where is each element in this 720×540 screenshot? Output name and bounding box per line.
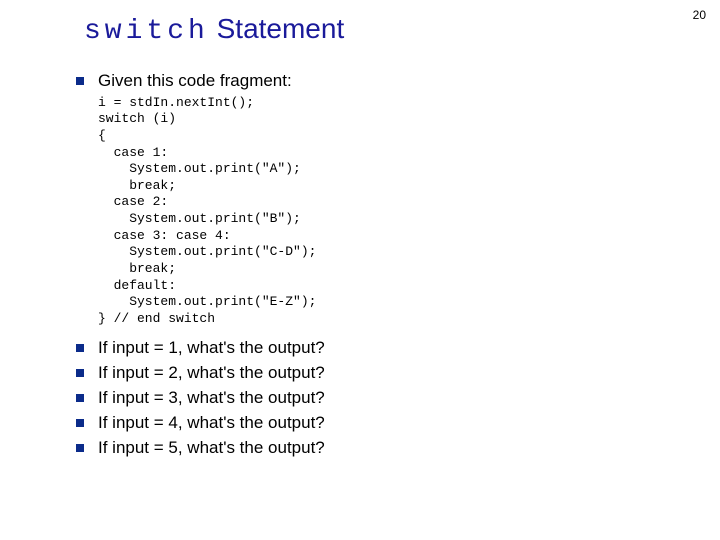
- slide: 20 switch Statement Given this code frag…: [0, 0, 720, 540]
- question-text: If input = 3, what's the output?: [98, 388, 325, 407]
- page-number: 20: [693, 8, 706, 22]
- question-text: If input = 2, what's the output?: [98, 363, 325, 382]
- question-text: If input = 4, what's the output?: [98, 413, 325, 432]
- question-text: If input = 1, what's the output?: [98, 338, 325, 357]
- code-block: i = stdIn.nextInt(); switch (i) { case 1…: [98, 95, 684, 328]
- intro-list: Given this code fragment:: [72, 70, 684, 93]
- slide-title: switch Statement: [84, 14, 684, 48]
- list-item: If input = 1, what's the output?: [72, 337, 684, 360]
- question-text: If input = 5, what's the output?: [98, 438, 325, 457]
- list-item: If input = 3, what's the output?: [72, 387, 684, 410]
- list-item: If input = 5, what's the output?: [72, 437, 684, 460]
- list-item: If input = 4, what's the output?: [72, 412, 684, 435]
- list-item: If input = 2, what's the output?: [72, 362, 684, 385]
- question-list: If input = 1, what's the output? If inpu…: [72, 337, 684, 460]
- title-keyword: switch: [84, 16, 209, 47]
- title-rest: Statement: [209, 13, 344, 44]
- intro-text: Given this code fragment:: [98, 71, 292, 90]
- intro-bullet: Given this code fragment:: [72, 70, 684, 93]
